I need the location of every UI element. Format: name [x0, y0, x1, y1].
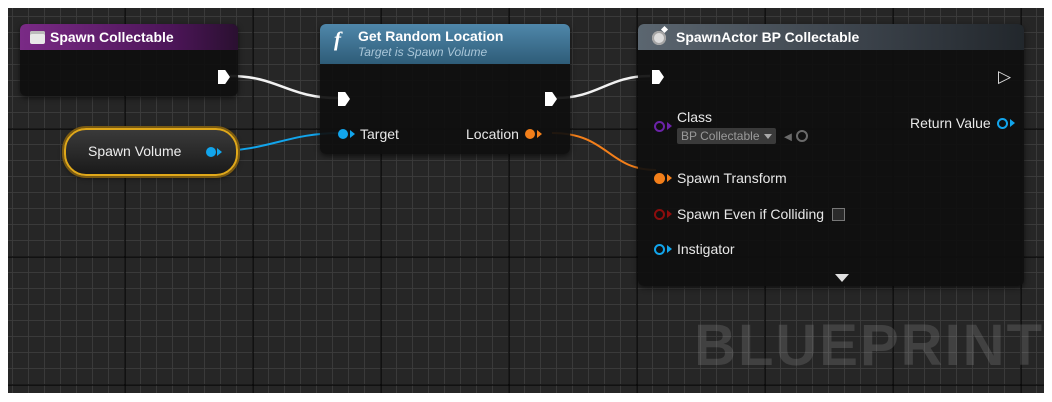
- node-spawn-actor[interactable]: SpawnActor BP Collectable ▷ Class BP Col…: [638, 24, 1024, 286]
- node-header: Spawn Collectable: [20, 24, 238, 50]
- class-select-dropdown[interactable]: BP Collectable: [677, 128, 776, 144]
- blueprint-watermark: BLUEPRINT: [694, 313, 1044, 378]
- node-title: SpawnActor BP Collectable: [676, 29, 860, 45]
- pin-arrow-icon: [667, 210, 672, 218]
- instigator-pin-icon: [654, 243, 665, 255]
- location-pin-icon: [524, 129, 535, 139]
- pin-arrow-icon: [1009, 119, 1015, 127]
- node-subtitle: Target is Spawn Volume: [358, 45, 488, 59]
- event-square-icon: [30, 31, 45, 44]
- variable-label: Spawn Volume: [88, 143, 182, 159]
- node-title: Spawn Collectable: [50, 29, 174, 45]
- pin-arrow-icon: [667, 174, 672, 182]
- browse-search-icon[interactable]: [796, 130, 809, 142]
- exec-in-pin[interactable]: [652, 70, 664, 84]
- pin-label: Instigator: [677, 241, 735, 257]
- node-get-random-location[interactable]: f Get Random Location Target is Spawn Vo…: [320, 24, 570, 154]
- expand-advanced-arrow-icon[interactable]: [835, 274, 849, 282]
- pin-return-value[interactable]: Return Value: [910, 115, 1020, 131]
- pin-label: Class: [677, 109, 713, 125]
- pin-label: Spawn Even if Colliding: [677, 206, 825, 222]
- pin-arrow-icon: [350, 130, 355, 138]
- node-header: SpawnActor BP Collectable: [638, 24, 1024, 50]
- pin-class[interactable]: Class BP Collectable ◄: [654, 109, 809, 144]
- pin-label: Target: [360, 126, 399, 142]
- pin-spawn-even-if-colliding[interactable]: Spawn Even if Colliding: [654, 206, 846, 222]
- pin-arrow-icon: [667, 122, 672, 130]
- node-header: f Get Random Location Target is Spawn Vo…: [320, 24, 570, 64]
- exec-in-pin[interactable]: [338, 92, 350, 106]
- node-title: Get Random Location: [358, 28, 504, 44]
- pin-arrow-icon: [217, 148, 222, 156]
- spawn-volume-out-pin[interactable]: [206, 147, 216, 157]
- class-pin-icon: [654, 121, 665, 132]
- pin-instigator[interactable]: Instigator: [654, 241, 735, 257]
- node-spawn-collectable[interactable]: Spawn Collectable: [20, 24, 238, 96]
- pin-arrow-icon: [667, 245, 672, 253]
- blueprint-graph-canvas[interactable]: Spawn Collectable Spawn Volume f Get Ran…: [8, 8, 1044, 393]
- bool-pin-icon: [654, 208, 665, 220]
- pin-label: Return Value: [910, 115, 991, 131]
- exec-wire-2: [555, 74, 651, 100]
- pin-target[interactable]: Target: [338, 126, 399, 142]
- pin-arrow-icon: [536, 130, 542, 138]
- class-pin-group: Class BP Collectable ◄: [677, 109, 809, 144]
- class-select-row: BP Collectable ◄: [677, 128, 809, 144]
- node-spawn-volume[interactable]: Spawn Volume: [64, 128, 238, 176]
- exec-out-pin[interactable]: [545, 92, 557, 106]
- return-pin-icon: [996, 117, 1008, 129]
- collide-checkbox[interactable]: [832, 207, 846, 221]
- class-select-value: BP Collectable: [681, 129, 760, 143]
- function-f-icon: f: [334, 27, 341, 51]
- pin-label: Location: [466, 126, 519, 142]
- pin-location[interactable]: Location: [466, 126, 547, 142]
- pin-spawn-transform[interactable]: Spawn Transform: [654, 170, 787, 186]
- transform-pin-icon: [654, 172, 665, 184]
- use-selected-arrow-icon[interactable]: ◄: [782, 129, 795, 144]
- pin-label: Spawn Transform: [677, 170, 787, 186]
- exec-out-hollow-icon[interactable]: ▷: [998, 67, 1011, 87]
- target-pin-icon: [338, 129, 348, 139]
- chevron-down-icon: [763, 133, 772, 139]
- exec-out-pin[interactable]: [218, 70, 230, 84]
